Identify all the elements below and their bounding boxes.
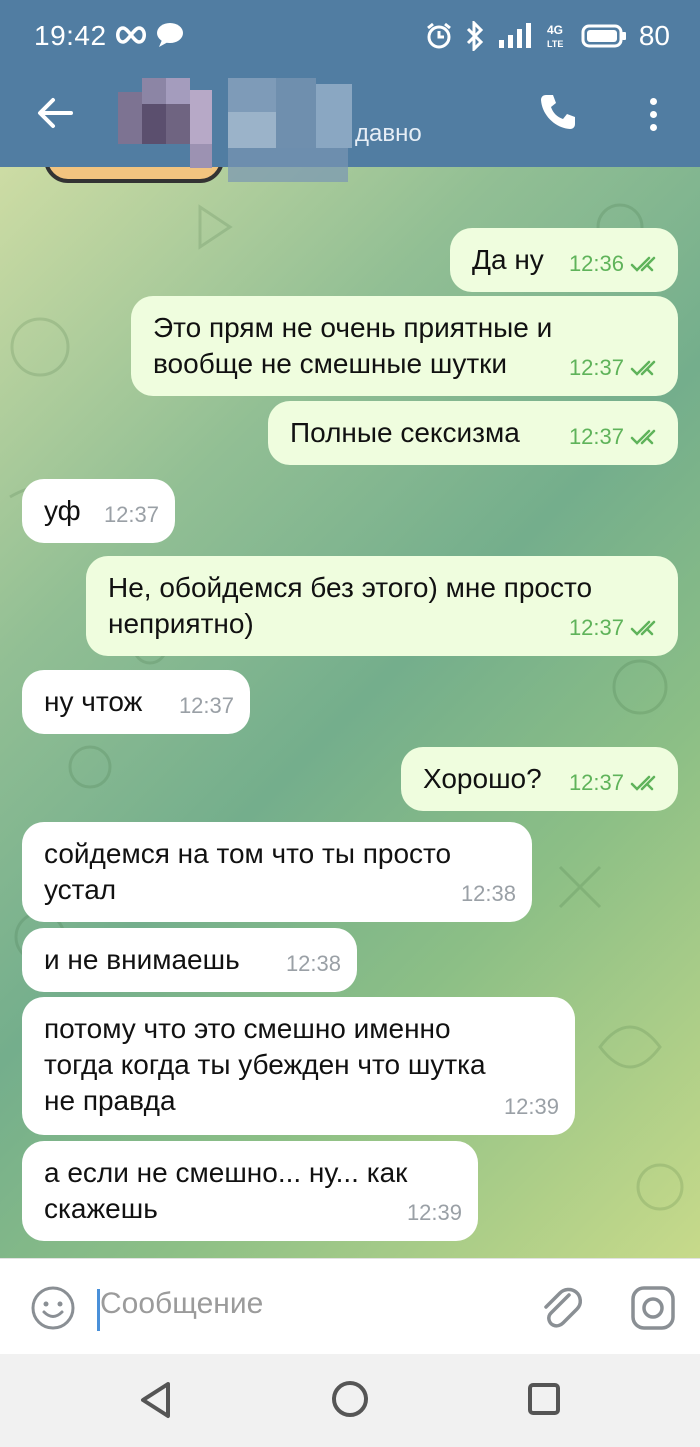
outgoing-message[interactable]: Это прям не очень приятные и вообще не с… — [131, 296, 678, 396]
camera-button[interactable] — [630, 1285, 676, 1331]
phone-icon — [541, 95, 575, 129]
outgoing-message[interactable]: Не, обойдемся без этого) мне просто непр… — [86, 556, 678, 656]
message-meta: 12:37 — [569, 419, 662, 455]
alarm-icon — [426, 22, 451, 49]
message-text: а если не смешно... ну... как скажешь — [44, 1157, 408, 1224]
status-bar: 19:42 4G LTE 80 — [0, 0, 700, 74]
message-time: 12:39 — [503, 1094, 559, 1119]
status-time: 19:42 — [34, 20, 107, 51]
message-text: сойдемся на том что ты просто устал — [44, 838, 452, 905]
chat-bubble-icon — [157, 23, 183, 47]
message-time: 12:37 — [103, 502, 159, 527]
paperclip-icon — [544, 1287, 582, 1328]
message-input[interactable]: Сообщение — [100, 1287, 263, 1321]
battery-icon — [581, 24, 626, 48]
incoming-message[interactable]: ну чтож 12:37 — [22, 670, 250, 734]
outgoing-message[interactable]: Хорошо? 12:37 — [401, 747, 678, 811]
arrow-left-icon — [38, 98, 73, 128]
message-time: 12:36 — [568, 251, 624, 276]
nav-recents-icon[interactable] — [527, 1382, 561, 1416]
signal-icon — [498, 23, 531, 48]
message-meta: 12:37 — [179, 688, 234, 724]
more-menu-button[interactable] — [636, 92, 670, 136]
double-check-icon — [630, 775, 656, 791]
call-button[interactable] — [538, 92, 582, 136]
message-time: 12:37 — [568, 424, 624, 449]
message-meta: 12:37 — [569, 350, 662, 386]
infinity-icon — [116, 26, 146, 44]
message-meta: 12:38 — [286, 946, 341, 982]
message-meta: 12:39 — [407, 1195, 462, 1231]
contact-avatar-blurred[interactable] — [118, 74, 358, 186]
svg-text:LTE: LTE — [547, 39, 563, 49]
double-check-icon — [630, 256, 656, 272]
message-text: потому что это смешно именно тогда когда… — [44, 1013, 486, 1116]
outgoing-message[interactable]: Да ну 12:36 — [450, 228, 678, 292]
message-time: 12:37 — [568, 770, 624, 795]
incoming-message[interactable]: а если не смешно... ну... как скажешь 12:… — [22, 1141, 478, 1241]
incoming-message[interactable]: и не внимаешь 12:38 — [22, 928, 357, 992]
camera-icon — [631, 1286, 675, 1330]
message-time: 12:39 — [406, 1200, 462, 1225]
message-meta: 12:37 — [104, 497, 159, 533]
chat-header: 19:42 4G LTE 80 давно — [0, 0, 700, 182]
message-meta: 12:37 — [569, 610, 662, 646]
emoji-button[interactable] — [30, 1285, 76, 1331]
message-time: 12:37 — [568, 615, 624, 640]
more-vertical-icon — [649, 97, 657, 105]
double-check-icon — [630, 360, 656, 376]
outgoing-message[interactable]: Полные сексизма 12:37 — [268, 401, 678, 465]
bluetooth-icon — [466, 21, 483, 51]
double-check-icon — [630, 620, 656, 636]
message-time: 12:37 — [568, 355, 624, 380]
message-input-bar: Сообщение — [0, 1258, 700, 1354]
message-time: 12:37 — [178, 693, 234, 718]
incoming-message[interactable]: сойдемся на том что ты просто устал 12:38 — [22, 822, 532, 922]
battery-level: 80 — [638, 20, 670, 51]
message-time: 12:38 — [285, 951, 341, 976]
svg-text:4G: 4G — [547, 23, 563, 37]
incoming-message[interactable]: потому что это смешно именно тогда когда… — [22, 997, 575, 1135]
chat-toolbar: давно — [0, 74, 700, 182]
double-check-icon — [630, 429, 656, 445]
message-meta: 12:37 — [569, 765, 662, 801]
system-nav-bar — [0, 1354, 700, 1447]
contact-last-seen: давно — [355, 120, 422, 147]
network-4g-icon: 4G LTE — [547, 23, 563, 49]
back-button[interactable] — [30, 88, 80, 138]
message-meta: 12:39 — [504, 1089, 559, 1125]
message-time: 12:38 — [460, 881, 516, 906]
nav-back-icon[interactable] — [138, 1380, 174, 1420]
message-list[interactable]: Да ну 12:36 Это прям не очень приятные и в… — [0, 167, 700, 1258]
message-meta: 12:38 — [461, 876, 516, 912]
nav-home-icon[interactable] — [331, 1380, 369, 1418]
attach-button[interactable] — [538, 1283, 584, 1333]
message-meta: 12:36 — [569, 246, 662, 282]
incoming-message[interactable]: уф 12:37 — [22, 479, 175, 543]
smiley-icon — [31, 1286, 75, 1330]
